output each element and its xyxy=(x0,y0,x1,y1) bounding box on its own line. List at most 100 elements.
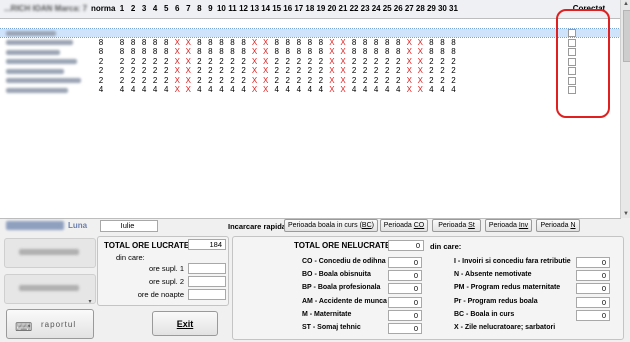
day-cell[interactable]: X xyxy=(404,48,414,56)
luna-field[interactable]: Iulie xyxy=(100,220,158,232)
day-cell[interactable]: 8 xyxy=(139,48,149,56)
day-cell[interactable]: 2 xyxy=(272,57,282,66)
day-cell[interactable]: 4 xyxy=(360,86,370,94)
scroll-down-icon[interactable]: ▼ xyxy=(622,210,630,218)
day-cell[interactable]: 2 xyxy=(382,67,392,75)
day-cell[interactable]: 2 xyxy=(194,57,204,66)
day-cell[interactable]: 8 xyxy=(205,48,215,56)
day-cell[interactable]: 8 xyxy=(382,38,392,47)
day-cell[interactable]: 8 xyxy=(393,38,403,47)
day-cell[interactable]: 8 xyxy=(294,48,304,56)
norma-cell[interactable]: 8 xyxy=(96,48,106,56)
day-cell[interactable]: 4 xyxy=(194,86,204,94)
day-cell[interactable]: X xyxy=(172,38,182,47)
day-cell[interactable]: 4 xyxy=(349,86,359,94)
day-cell[interactable]: X xyxy=(415,57,425,66)
day-cell[interactable]: 2 xyxy=(194,67,204,75)
day-cell[interactable]: X xyxy=(250,48,260,56)
absence-hours-field[interactable]: 0 xyxy=(576,296,610,308)
day-cell[interactable]: 2 xyxy=(316,67,326,75)
day-cell[interactable]: X xyxy=(261,67,271,75)
day-cell[interactable]: 8 xyxy=(161,48,171,56)
perioada-button[interactable]: Perioada St xyxy=(432,219,481,232)
day-cell[interactable]: 2 xyxy=(449,76,459,85)
day-cell[interactable]: 4 xyxy=(205,86,215,94)
day-cell[interactable]: 2 xyxy=(294,67,304,75)
day-cell[interactable]: 8 xyxy=(382,48,392,56)
day-cell[interactable]: 2 xyxy=(305,76,315,85)
day-cell[interactable]: 2 xyxy=(239,67,249,75)
perioada-button[interactable]: Perioada N xyxy=(536,219,580,232)
day-cell[interactable]: X xyxy=(338,76,348,85)
day-cell[interactable]: X xyxy=(327,48,337,56)
day-cell[interactable]: X xyxy=(338,67,348,75)
day-cell[interactable]: 8 xyxy=(150,38,160,47)
day-cell[interactable]: X xyxy=(183,38,193,47)
norma-cell[interactable]: 4 xyxy=(96,86,106,94)
day-cell[interactable]: 8 xyxy=(283,48,293,56)
day-cell[interactable]: 8 xyxy=(426,38,436,47)
day-cell[interactable]: 2 xyxy=(437,67,447,75)
day-cell[interactable]: X xyxy=(183,76,193,85)
day-cell[interactable]: X xyxy=(183,86,193,94)
ore-field[interactable] xyxy=(188,263,226,274)
table-row[interactable]: 222222XX22222XX22222XX22222XX222 xyxy=(0,76,620,85)
day-cell[interactable]: 2 xyxy=(371,76,381,85)
table-row[interactable]: 222222XX22222XX22222XX22222XX222 xyxy=(0,67,620,75)
scroll-up-icon[interactable]: ▲ xyxy=(622,0,630,8)
day-cell[interactable]: 2 xyxy=(382,57,392,66)
day-cell[interactable]: X xyxy=(250,76,260,85)
day-cell[interactable]: X xyxy=(327,67,337,75)
ore-field[interactable] xyxy=(188,276,226,287)
day-cell[interactable]: 8 xyxy=(117,38,127,47)
day-cell[interactable]: 2 xyxy=(161,76,171,85)
day-cell[interactable]: 2 xyxy=(117,76,127,85)
day-cell[interactable]: 4 xyxy=(382,86,392,94)
day-cell[interactable]: 8 xyxy=(228,38,238,47)
day-cell[interactable]: 2 xyxy=(216,67,226,75)
perioada-button[interactable]: Perioada Inv xyxy=(485,219,532,232)
day-cell[interactable]: 8 xyxy=(360,48,370,56)
day-cell[interactable]: X xyxy=(172,86,182,94)
day-cell[interactable]: 8 xyxy=(349,48,359,56)
day-cell[interactable]: X xyxy=(250,67,260,75)
exit-button[interactable]: Exit xyxy=(152,311,218,336)
day-cell[interactable]: 8 xyxy=(139,38,149,47)
day-cell[interactable]: 2 xyxy=(150,76,160,85)
day-cell[interactable]: 2 xyxy=(349,76,359,85)
absence-hours-field[interactable]: 0 xyxy=(576,283,610,295)
day-cell[interactable]: 2 xyxy=(371,67,381,75)
day-cell[interactable]: 4 xyxy=(393,86,403,94)
day-cell[interactable]: 2 xyxy=(393,76,403,85)
day-cell[interactable]: 8 xyxy=(437,38,447,47)
day-cell[interactable]: 8 xyxy=(194,48,204,56)
day-cell[interactable]: 2 xyxy=(128,57,138,66)
table-row[interactable] xyxy=(0,28,621,38)
day-cell[interactable]: 8 xyxy=(283,38,293,47)
day-cell[interactable]: X xyxy=(415,48,425,56)
day-cell[interactable]: 8 xyxy=(239,48,249,56)
day-cell[interactable]: 2 xyxy=(360,57,370,66)
day-cell[interactable]: 2 xyxy=(272,76,282,85)
day-cell[interactable]: 2 xyxy=(228,67,238,75)
day-cell[interactable]: 2 xyxy=(449,67,459,75)
day-cell[interactable]: 8 xyxy=(449,48,459,56)
day-cell[interactable]: X xyxy=(172,67,182,75)
day-cell[interactable]: 8 xyxy=(393,48,403,56)
absence-hours-field[interactable]: 0 xyxy=(388,309,422,321)
day-cell[interactable]: 2 xyxy=(393,57,403,66)
day-cell[interactable]: 8 xyxy=(161,38,171,47)
day-cell[interactable]: X xyxy=(415,67,425,75)
day-cell[interactable]: 2 xyxy=(139,76,149,85)
day-cell[interactable]: 2 xyxy=(150,57,160,66)
day-cell[interactable]: 2 xyxy=(371,57,381,66)
day-cell[interactable]: 2 xyxy=(449,57,459,66)
day-cell[interactable]: X xyxy=(261,86,271,94)
day-cell[interactable]: 4 xyxy=(117,86,127,94)
ore-field[interactable] xyxy=(188,289,226,300)
day-cell[interactable]: 8 xyxy=(150,48,160,56)
day-cell[interactable]: 4 xyxy=(216,86,226,94)
day-cell[interactable]: 8 xyxy=(349,38,359,47)
day-cell[interactable]: X xyxy=(183,48,193,56)
day-cell[interactable]: 2 xyxy=(205,67,215,75)
